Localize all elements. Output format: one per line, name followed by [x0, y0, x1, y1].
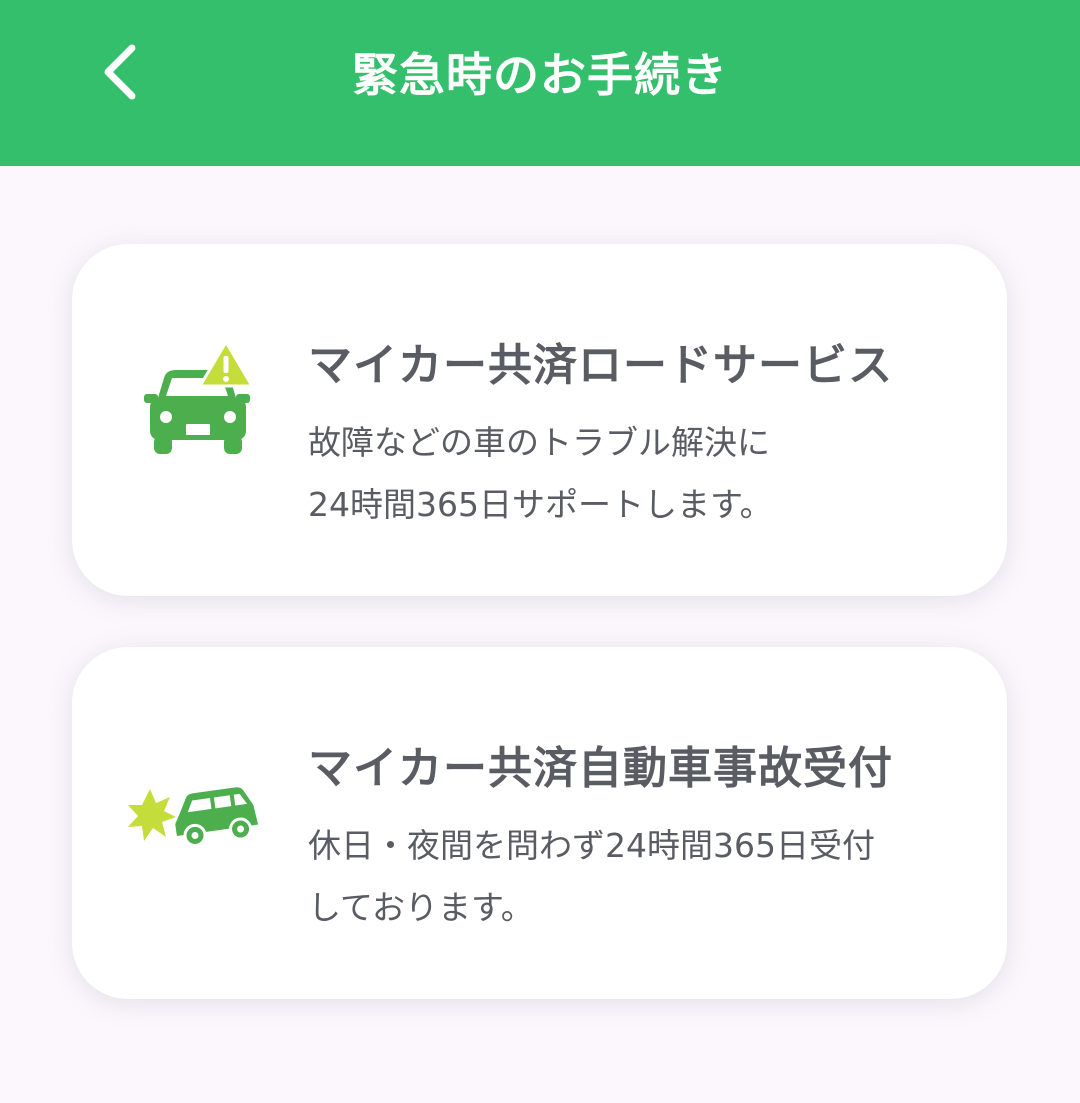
- road-service-desc-line1: 故障などの車のトラブル解決に: [308, 423, 770, 462]
- accident-report-description: 休日・夜間を問わず24時間365日受付 しております。: [308, 815, 968, 939]
- page-title: 緊急時のお手続き: [352, 48, 728, 102]
- car-collision-icon: [128, 787, 259, 847]
- road-service-description: 故障などの車のトラブル解決に 24時間365日サポートします。: [308, 412, 968, 536]
- accident-report-card[interactable]: マイカー共済自動車事故受付 休日・夜間を問わず24時間365日受付 しております…: [72, 647, 1007, 999]
- car-warning-icon: [144, 340, 254, 454]
- back-button[interactable]: [82, 32, 158, 112]
- accident-report-desc-line1: 休日・夜間を問わず24時間365日受付: [308, 826, 875, 865]
- accident-report-desc-line2: しております。: [308, 888, 534, 927]
- app-bar: 緊急時のお手続き: [0, 0, 1080, 166]
- chevron-left-icon: [104, 44, 136, 100]
- road-service-desc-line2: 24時間365日サポートします。: [308, 485, 773, 524]
- road-service-card[interactable]: マイカー共済ロードサービス 故障などの車のトラブル解決に 24時間365日サポー…: [72, 244, 1007, 596]
- accident-report-title: マイカー共済自動車事故受付: [308, 743, 893, 794]
- road-service-title: マイカー共済ロードサービス: [308, 340, 893, 391]
